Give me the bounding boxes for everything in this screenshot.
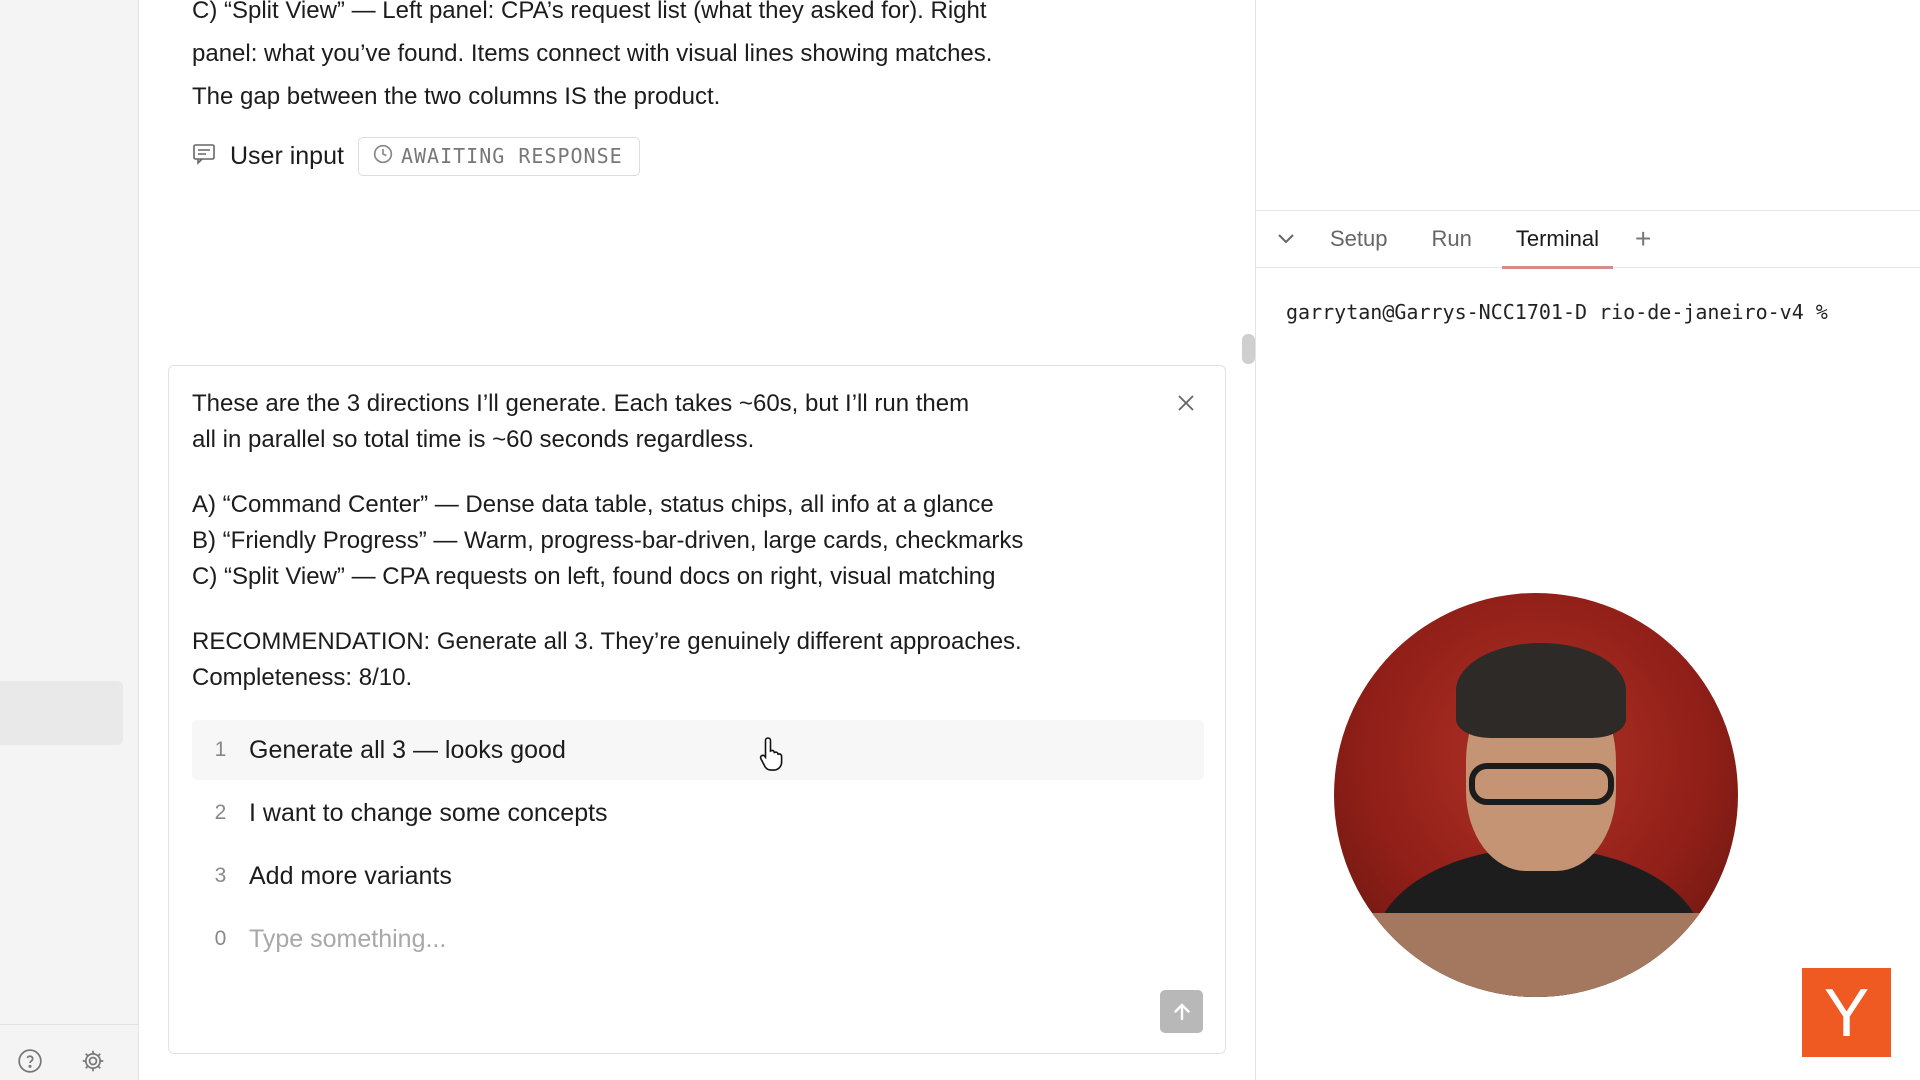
webcam-avatar xyxy=(1334,593,1738,997)
option-3[interactable]: 3 Add more variants xyxy=(192,846,1204,906)
question-line: all in parallel so total time is ~60 sec… xyxy=(192,426,755,453)
tab-terminal[interactable]: Terminal xyxy=(1501,210,1614,269)
ycombinator-logo: Y xyxy=(1802,968,1891,1057)
avatar-desk xyxy=(1334,913,1738,997)
avatar-hair xyxy=(1456,643,1626,738)
option-number: 3 xyxy=(214,864,227,887)
question-circle-icon[interactable] xyxy=(16,1047,44,1075)
chat-area: C) “Split View” — Left panel: CPA’s requ… xyxy=(140,0,1256,1080)
question-text: These are the 3 directions I’ll generate… xyxy=(192,386,1152,725)
option-custom[interactable]: 0 Type something... xyxy=(192,909,1204,969)
tab-setup[interactable]: Setup xyxy=(1316,210,1402,268)
send-button[interactable] xyxy=(1160,990,1203,1033)
user-input-status-row: User input AWAITING RESPONSE xyxy=(192,136,640,176)
option-label: Generate all 3 — looks good xyxy=(249,735,566,764)
avatar-glasses xyxy=(1469,763,1614,805)
option-number: 1 xyxy=(214,738,227,761)
option-number: 2 xyxy=(214,801,227,824)
option-2[interactable]: 2 I want to change some concepts xyxy=(192,783,1204,843)
close-icon[interactable] xyxy=(1173,390,1199,416)
directions-list: A) “Command Center” — Dense data table, … xyxy=(192,487,1152,595)
add-tab-button[interactable]: + xyxy=(1635,223,1651,255)
custom-answer-input[interactable]: Type something... xyxy=(249,925,446,954)
recommendation-line: Completeness: 8/10. xyxy=(192,664,413,691)
chevron-down-icon[interactable] xyxy=(1256,233,1316,245)
sidebar-divider xyxy=(0,1024,139,1025)
arrow-up-icon xyxy=(1173,1002,1190,1020)
message-line: panel: what you’ve found. Items connect … xyxy=(192,40,993,67)
option-number: 0 xyxy=(214,927,227,950)
direction-c: C) “Split View” — CPA requests on left, … xyxy=(192,563,996,590)
direction-a: A) “Command Center” — Dense data table, … xyxy=(192,491,994,518)
status-badge-text: AWAITING RESPONSE xyxy=(400,144,623,168)
recommendation-line: RECOMMENDATION: Generate all 3. They’re … xyxy=(192,628,1022,655)
user-input-label: User input xyxy=(230,141,344,170)
message-line: The gap between the two columns IS the p… xyxy=(192,83,721,110)
terminal-prompt[interactable]: garrytan@Garrys-NCC1701-D rio-de-janeiro… xyxy=(1286,300,1828,324)
left-sidebar xyxy=(0,0,139,1080)
direction-b: B) “Friendly Progress” — Warm, progress-… xyxy=(192,527,1024,554)
previous-message: C) “Split View” — Left panel: CPA’s requ… xyxy=(192,0,1092,118)
recommendation: RECOMMENDATION: Generate all 3. They’re … xyxy=(192,624,1152,696)
tab-run[interactable]: Run xyxy=(1418,210,1486,268)
question-card: These are the 3 directions I’ll generate… xyxy=(168,365,1226,1054)
message-line: C) “Split View” — Left panel: CPA’s requ… xyxy=(192,0,987,24)
sidebar-selected-item[interactable] xyxy=(0,681,123,745)
status-badge: AWAITING RESPONSE xyxy=(357,136,640,176)
option-label: Add more variants xyxy=(249,861,452,890)
clock-icon xyxy=(373,144,393,169)
option-label: I want to change some concepts xyxy=(249,798,608,827)
question-line: These are the 3 directions I’ll generate… xyxy=(192,390,970,417)
option-1[interactable]: 1 Generate all 3 — looks good xyxy=(192,720,1204,780)
gear-icon[interactable] xyxy=(79,1047,107,1075)
question-intro: These are the 3 directions I’ll generate… xyxy=(192,386,1152,458)
hand-pointer-icon xyxy=(758,736,788,777)
scrollbar-thumb[interactable] xyxy=(1242,334,1255,364)
panel-tabs: Setup Run Terminal + xyxy=(1256,210,1920,269)
chat-bubble-icon xyxy=(192,143,216,170)
